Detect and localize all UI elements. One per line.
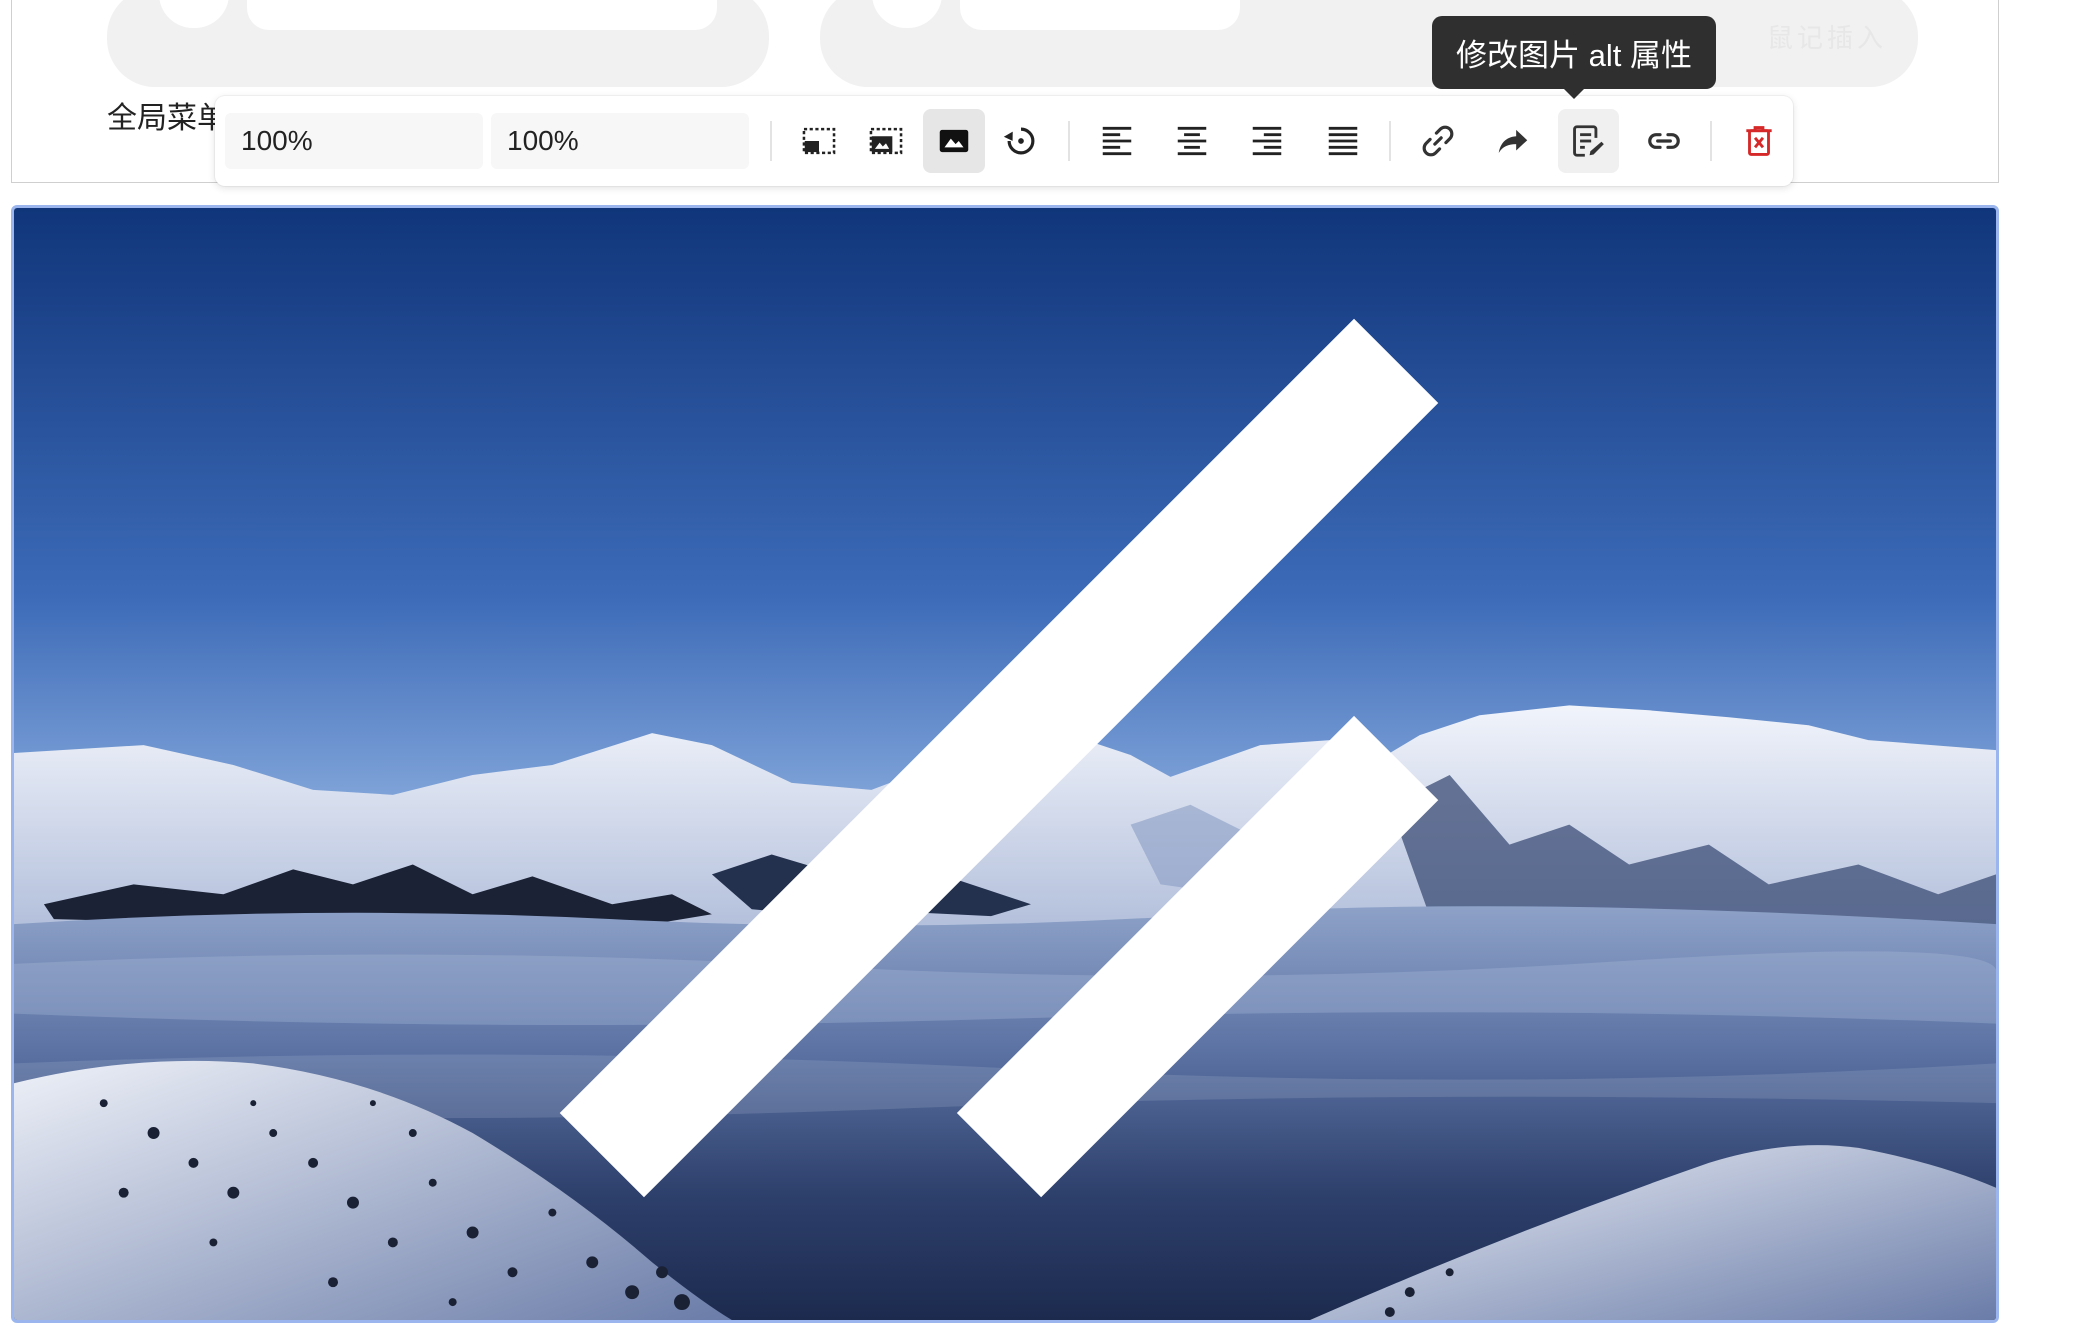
placeholder-bar [960,0,1240,30]
link-alt-icon [1647,133,1680,149]
edit-alt-tooltip: 修改图片 alt 属性 [1432,16,1716,99]
align-right-icon [1253,126,1282,156]
edit-note-icon [1573,125,1605,157]
toolbar-divider [1389,121,1392,161]
image-reset-button[interactable] [991,109,1053,173]
image-size-full-button[interactable] [923,109,985,173]
image-small-icon [802,127,835,155]
selected-image[interactable] [11,205,1999,1323]
delete-image-button[interactable] [1728,109,1790,173]
placeholder-card [820,0,1918,87]
placeholder-dot [159,0,229,28]
image-toolbar [215,96,1793,186]
image-size-small-button[interactable] [788,109,850,173]
open-link-button[interactable] [1482,109,1544,173]
align-justify-button[interactable] [1312,109,1374,173]
toolbar-divider [1068,121,1071,161]
faint-caption: 鼠记插入 [1767,23,1888,53]
placeholder-card [107,0,769,87]
trash-icon [1746,126,1772,156]
placeholder-bar [247,0,717,30]
image-medium-icon [869,127,903,155]
edit-alt-button[interactable] [1557,109,1620,173]
toolbar-divider [1710,121,1713,161]
reset-icon [1004,127,1035,155]
image-full-icon [939,129,969,153]
height-input[interactable] [491,113,749,169]
align-left-icon [1102,126,1132,156]
align-right-button[interactable] [1237,109,1299,173]
align-center-button[interactable] [1161,109,1223,173]
global-menu-label: 全局菜单 [107,102,227,135]
align-justify-icon [1328,126,1357,156]
width-input[interactable] [225,113,483,169]
align-left-button[interactable] [1086,109,1148,173]
insert-link-button[interactable] [1407,109,1469,173]
toolbar-divider [770,121,772,161]
placeholder-dot [872,0,942,28]
resize-handle[interactable] [11,205,1990,1314]
link-icon [1422,125,1454,157]
align-center-icon [1177,126,1207,156]
share-arrow-icon [1498,129,1528,153]
image-size-medium-button[interactable] [855,109,917,173]
image-link-button[interactable] [1633,109,1695,173]
